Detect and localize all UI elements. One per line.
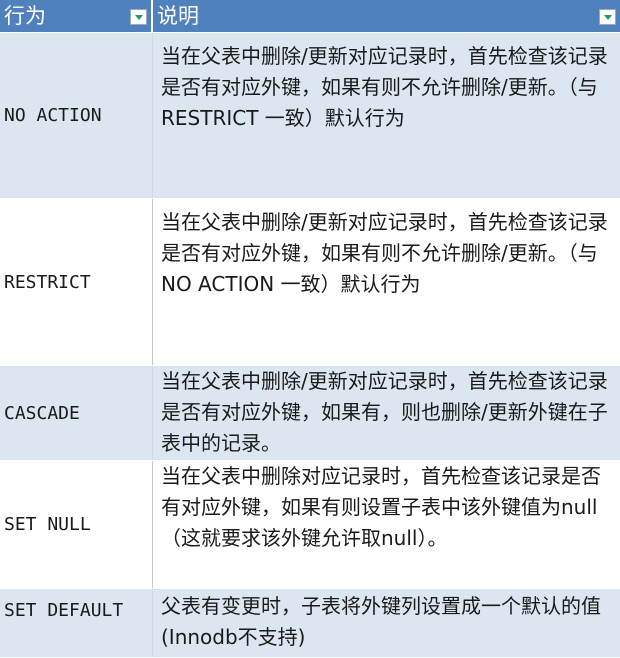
description-cell: 当在父表中删除对应记录时，首先检查该记录是否有对应外键，如果有则设置子表中该外键… bbox=[161, 464, 601, 550]
description-cell: 当在父表中删除/更新对应记录时，首先检查该记录是否有对应外键，如果有则不允许删除… bbox=[161, 210, 608, 296]
table-row: RESTRICT 当在父表中删除/更新对应记录时，首先检查该记录是否有对应外键，… bbox=[0, 199, 620, 366]
header-description-label: 说明 bbox=[157, 4, 199, 28]
table-header-row: 行为 说明 bbox=[0, 0, 620, 33]
description-cell: 父表有变更时，子表将外键列设置成一个默认的值 (Innodb不支持) bbox=[161, 594, 601, 649]
filter-dropdown-button-description[interactable] bbox=[599, 9, 616, 25]
description-cell: 当在父表中删除/更新对应记录时，首先检查该记录是否有对应外键，如果有则不允许删除… bbox=[161, 44, 608, 130]
header-cell-description: 说明 bbox=[153, 0, 620, 32]
chevron-down-icon bbox=[603, 14, 612, 20]
table-row: CASCADE 当在父表中删除/更新对应记录时，首先检查该记录是否有对应外键，如… bbox=[0, 366, 620, 461]
table-row: SET NULL 当在父表中删除对应记录时，首先检查该记录是否有对应外键，如果有… bbox=[0, 461, 620, 589]
table-row: NO ACTION 当在父表中删除/更新对应记录时，首先检查该记录是否有对应外键… bbox=[0, 33, 620, 199]
description-cell: 当在父表中删除/更新对应记录时，首先检查该记录是否有对应外键，如果有，则也删除/… bbox=[161, 369, 608, 455]
chevron-down-icon bbox=[134, 14, 143, 20]
action-cell: SET NULL bbox=[0, 461, 153, 588]
action-cell: RESTRICT bbox=[0, 199, 153, 365]
foreign-key-actions-table: 行为 说明 NO ACTION 当在父表中删除/更新对应记录时，首先检查该记录是… bbox=[0, 0, 620, 658]
filter-dropdown-button-action[interactable] bbox=[130, 9, 147, 25]
action-cell: CASCADE bbox=[0, 366, 153, 460]
action-cell: SET DEFAULT bbox=[0, 589, 153, 657]
header-action-label: 行为 bbox=[4, 4, 46, 28]
action-cell: NO ACTION bbox=[0, 33, 153, 198]
table-row: SET DEFAULT 父表有变更时，子表将外键列设置成一个默认的值 (Inno… bbox=[0, 589, 620, 658]
header-cell-action: 行为 bbox=[0, 0, 153, 32]
